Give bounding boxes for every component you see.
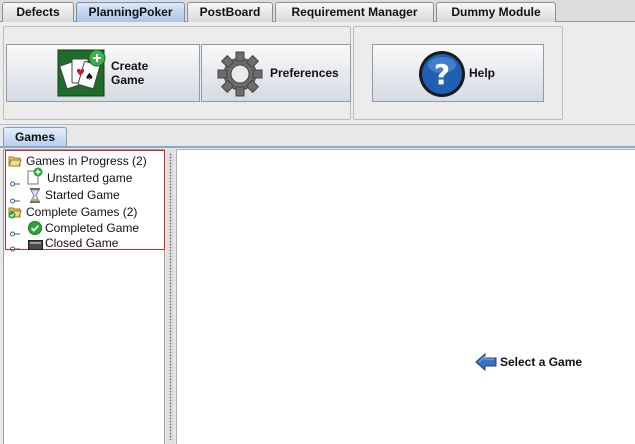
create-game-label-line1: Create [111,59,149,73]
tree-node-complete-games[interactable]: Complete Games (2) [8,204,164,220]
module-tab-bar: Defects PlanningPoker PostBoard Requirem… [0,0,635,22]
create-game-label-line2: Game [111,73,145,87]
tree-handle-icon [10,175,20,187]
tree-node-closed-game[interactable]: Closed Game [8,235,164,254]
svg-text:♠: ♠ [85,72,94,83]
tab-games[interactable]: Games [3,127,67,147]
tab-underline [0,146,635,148]
create-game-button[interactable]: ♥ ♠ Create Game [6,44,200,102]
closed-box-icon [28,238,43,254]
toolbar-group-game: ♥ ♠ Create Game Preferences [3,26,351,120]
preferences-label: Preferences [270,66,339,80]
module-tab-postboard[interactable]: PostBoard [187,2,273,22]
games-tree: Games in Progress (2) Unstarted game Sta… [5,150,165,254]
toolbar: ♥ ♠ Create Game Preferences ? Help [0,22,635,125]
games-tree-panel: Games in Progress (2) Unstarted game Sta… [3,149,165,444]
svg-text:♥: ♥ [76,68,85,79]
game-detail-panel: Select a Game [176,149,635,444]
module-tab-planningpoker[interactable]: PlanningPoker [76,2,185,22]
select-game-label: Select a Game [500,355,583,369]
question-mark-icon: ? [417,49,467,102]
splitter-grip [169,153,172,440]
help-label: Help [469,66,496,80]
tree-node-started-game[interactable]: Started Game [8,187,164,204]
module-tab-defects[interactable]: Defects [2,2,74,22]
document-add-icon [27,167,43,189]
tree-handle-icon [10,240,20,252]
playing-cards-add-icon: ♥ ♠ [57,49,107,100]
gear-icon [216,50,264,101]
arrow-left-icon [475,352,497,377]
tree-handle-icon [10,225,20,237]
tree-handle-icon [10,192,20,204]
module-tab-dummy-module[interactable]: Dummy Module [436,2,556,22]
preferences-button[interactable]: Preferences [201,44,351,102]
svg-text:?: ? [434,58,450,91]
toolbar-group-help: ? Help [353,26,563,120]
split-pane-divider[interactable] [166,149,175,444]
tree-node-unstarted-game[interactable]: Unstarted game [8,167,164,189]
module-tab-requirement-manager[interactable]: Requirement Manager [275,2,434,22]
help-button[interactable]: ? Help [372,44,544,102]
tree-node-completed-game[interactable]: Completed Game [8,220,164,237]
